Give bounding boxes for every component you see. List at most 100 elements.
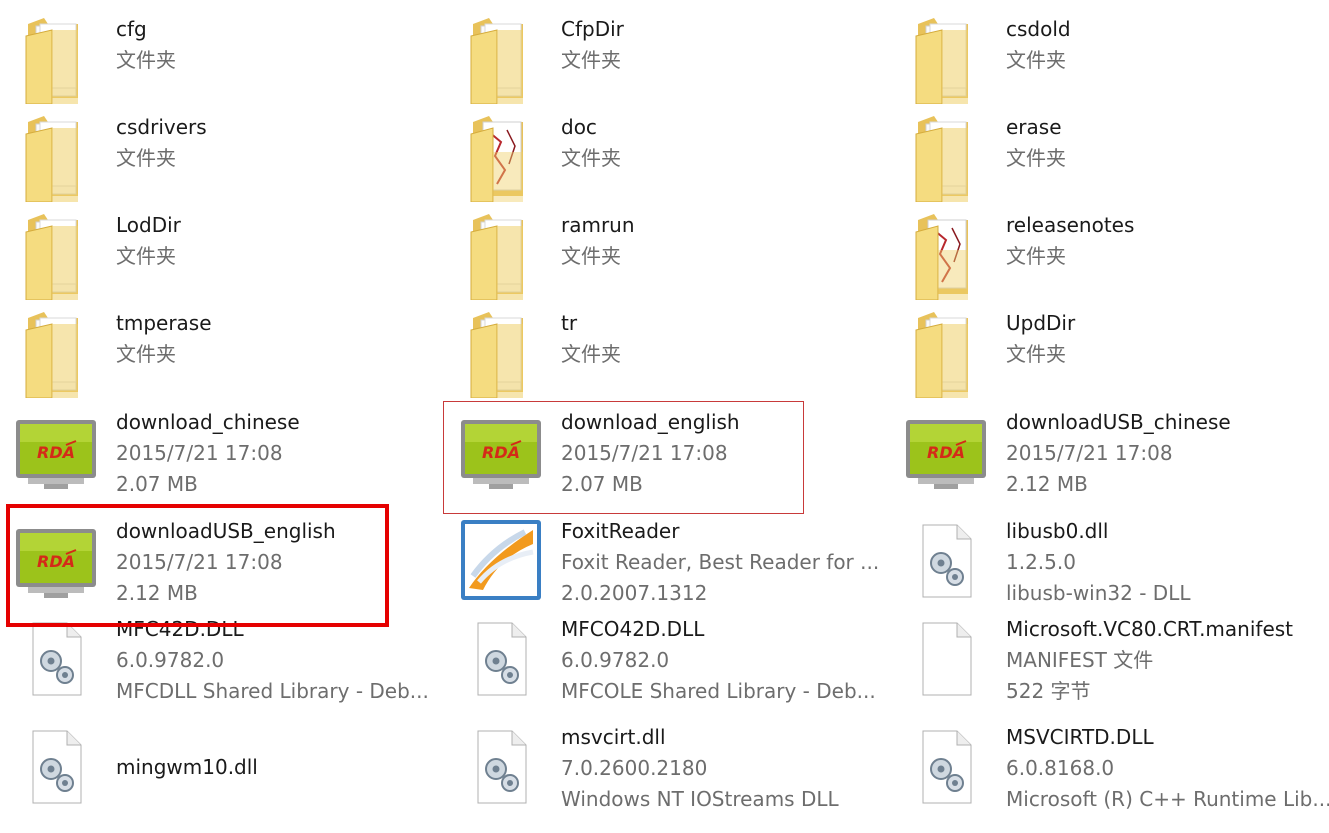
file-item[interactable]: Microsoft.VC80.CRT.manifest MANIFEST 文件 52…: [896, 610, 1326, 708]
file-text: downloadUSB_chinese 2015/7/21 17:08 2.12 M…: [1006, 407, 1231, 500]
file-text: erase 文件夹: [1006, 112, 1066, 174]
file-item[interactable]: tr 文件夹: [451, 304, 881, 402]
dll-gear-icon: [902, 718, 992, 816]
file-name: FoxitReader: [561, 519, 680, 543]
file-detail: 文件夹: [1006, 48, 1066, 72]
selection-highlight-downloadusb-english: [6, 504, 389, 627]
folder-docs-icon: [902, 206, 992, 304]
file-detail: 文件夹: [116, 244, 176, 268]
file-text: MFC42D.DLL 6.0.9782.0 MFCDLL Shared Librar…: [116, 614, 429, 707]
file-name: erase: [1006, 115, 1062, 139]
file-text: UpdDir 文件夹: [1006, 308, 1075, 370]
file-detail: 2015/7/21 17:08: [116, 441, 283, 465]
file-detail: 6.0.8168.0: [1006, 756, 1115, 780]
file-text: MSVCIRTD.DLL 6.0.8168.0 Microsoft (R) C++ …: [1006, 722, 1329, 815]
file-text: libusb0.dll 1.2.5.0 libusb-win32 - DLL: [1006, 516, 1190, 609]
file-name: msvcirt.dll: [561, 725, 666, 749]
file-detail: 2.12 MB: [1006, 472, 1088, 496]
file-detail: 文件夹: [116, 146, 176, 170]
file-name: csdrivers: [116, 115, 207, 139]
file-text: LodDir 文件夹: [116, 210, 181, 272]
file-text: msvcirt.dll 7.0.2600.2180 Windows NT IOStr…: [561, 722, 839, 815]
file-text: MFCO42D.DLL 6.0.9782.0 MFCOLE Shared Libra…: [561, 614, 876, 707]
file-item[interactable]: releasenotes 文件夹: [896, 206, 1326, 304]
file-detail: MFCDLL Shared Library - Deb...: [116, 679, 429, 703]
folder-icon: [902, 10, 992, 108]
file-item[interactable]: ramrun 文件夹: [451, 206, 881, 304]
folder-icon: [457, 10, 547, 108]
file-item[interactable]: CfpDir 文件夹: [451, 10, 881, 108]
file-name: doc: [561, 115, 597, 139]
file-item[interactable]: cfg 文件夹: [6, 10, 436, 108]
file-item[interactable]: LodDir 文件夹: [6, 206, 436, 304]
file-text: ramrun 文件夹: [561, 210, 635, 272]
file-item[interactable]: MSVCIRTD.DLL 6.0.8168.0 Microsoft (R) C++ …: [896, 718, 1329, 816]
file-item[interactable]: msvcirt.dll 7.0.2600.2180 Windows NT IOStr…: [451, 718, 881, 816]
file-name: MSVCIRTD.DLL: [1006, 725, 1154, 749]
file-text: CfpDir 文件夹: [561, 14, 624, 76]
file-detail: 文件夹: [561, 146, 621, 170]
file-detail: 文件夹: [1006, 146, 1066, 170]
file-name: UpdDir: [1006, 311, 1076, 335]
file-item[interactable]: csdrivers 文件夹: [6, 108, 436, 206]
file-detail: Windows NT IOStreams DLL: [561, 787, 839, 811]
selection-highlight-download-english: [443, 401, 804, 514]
file-item[interactable]: erase 文件夹: [896, 108, 1326, 206]
file-detail: 6.0.9782.0: [116, 648, 225, 672]
folder-icon: [12, 108, 102, 206]
file-item[interactable]: libusb0.dll 1.2.5.0 libusb-win32 - DLL: [896, 512, 1326, 610]
file-name: downloadUSB_chinese: [1006, 410, 1231, 434]
file-name: csdold: [1006, 17, 1071, 41]
file-name: CfpDir: [561, 17, 624, 41]
file-text: cfg 文件夹: [116, 14, 176, 76]
file-name: LodDir: [116, 213, 181, 237]
folder-icon: [902, 108, 992, 206]
file-detail: Foxit Reader, Best Reader for ...: [561, 550, 880, 574]
folder-icon: [457, 206, 547, 304]
file-item[interactable]: doc 文件夹: [451, 108, 881, 206]
svg-text:RDA: RDA: [927, 443, 965, 462]
file-item[interactable]: csdold 文件夹: [896, 10, 1326, 108]
file-detail: libusb-win32 - DLL: [1006, 581, 1191, 605]
file-detail: 文件夹: [561, 244, 621, 268]
file-detail: 7.0.2600.2180: [561, 756, 708, 780]
blank-file-icon: [902, 610, 992, 708]
file-detail: 文件夹: [561, 342, 621, 366]
rda-app-icon: RDA: [902, 403, 992, 501]
file-item[interactable]: mingwm10.dll: [6, 718, 436, 816]
file-detail: 文件夹: [561, 48, 621, 72]
file-item[interactable]: RDA download_chinese 2015/7/21 17:08 2.07 …: [6, 403, 436, 501]
file-text: tr 文件夹: [561, 308, 621, 370]
file-item[interactable]: RDA downloadUSB_chinese 2015/7/21 17:08 2.…: [896, 403, 1326, 501]
file-detail: 6.0.9782.0: [561, 648, 670, 672]
file-detail: 文件夹: [1006, 244, 1066, 268]
file-item[interactable]: UpdDir 文件夹: [896, 304, 1326, 402]
file-text: mingwm10.dll: [116, 752, 258, 783]
file-item[interactable]: FoxitReader Foxit Reader, Best Reader for…: [451, 512, 881, 610]
file-item[interactable]: tmperase 文件夹: [6, 304, 436, 402]
file-text: csdrivers 文件夹: [116, 112, 207, 174]
file-detail: MFCOLE Shared Library - Deb...: [561, 679, 876, 703]
folder-icon: [12, 206, 102, 304]
folder-icon: [12, 304, 102, 402]
file-detail: 文件夹: [116, 342, 176, 366]
file-name: cfg: [116, 17, 147, 41]
file-detail: 2015/7/21 17:08: [1006, 441, 1173, 465]
dll-gear-icon: [12, 718, 102, 816]
file-text: csdold 文件夹: [1006, 14, 1071, 76]
file-detail: 2.07 MB: [116, 472, 198, 496]
file-name: libusb0.dll: [1006, 519, 1109, 543]
file-name: mingwm10.dll: [116, 755, 258, 779]
file-name: tmperase: [116, 311, 212, 335]
folder-icon: [902, 304, 992, 402]
file-detail: 文件夹: [1006, 342, 1066, 366]
file-text: FoxitReader Foxit Reader, Best Reader for…: [561, 516, 879, 609]
file-name: MFCO42D.DLL: [561, 617, 705, 641]
file-name: download_chinese: [116, 410, 300, 434]
dll-gear-icon: [457, 610, 547, 708]
file-text: doc 文件夹: [561, 112, 621, 174]
file-detail: 2.0.2007.1312: [561, 581, 708, 605]
svg-text:RDA: RDA: [37, 443, 75, 462]
file-text: releasenotes 文件夹: [1006, 210, 1134, 272]
file-item[interactable]: MFCO42D.DLL 6.0.9782.0 MFCOLE Shared Libra…: [451, 610, 881, 708]
